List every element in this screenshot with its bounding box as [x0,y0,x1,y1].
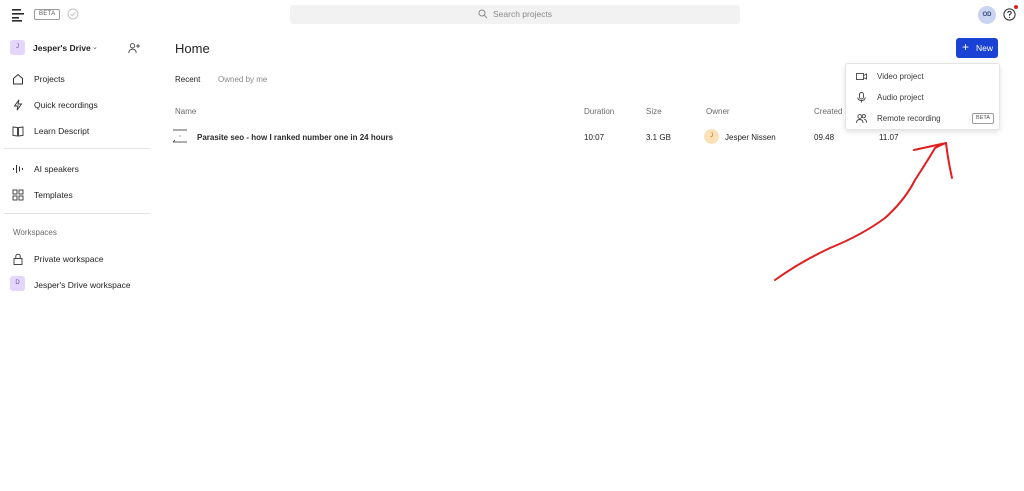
beta-badge: BETA [34,9,61,20]
sidebar-item-label: Jesper's Drive workspace [34,280,131,290]
menu-item-label: Remote recording [877,114,941,123]
column-header-name[interactable]: Name [175,107,196,116]
sidebar-item-quick-recordings[interactable]: Quick recordings [10,96,150,114]
waveform-icon [13,165,23,173]
project-size: 3.1 GB [646,133,671,142]
project-owner: Jesper Nissen [725,133,776,142]
sidebar-item-ai-speakers[interactable]: AI speakers [10,160,150,178]
project-modified: 11.07 [879,133,899,142]
sidebar-item-private-workspace[interactable]: Private workspace [10,250,150,268]
beta-badge: BETA [972,113,994,124]
search-icon [478,9,488,19]
add-user-icon[interactable] [128,42,140,54]
sidebar-item-templates[interactable]: Templates [10,186,150,204]
table-row[interactable]: Parasite seo - how I ranked number one i… [172,126,912,148]
lock-icon [13,253,23,265]
project-name[interactable]: Parasite seo - how I ranked number one i… [197,133,393,142]
menu-item-video-project[interactable]: Video project [846,66,1001,86]
menu-item-remote-recording[interactable]: Remote recording BETA [846,108,1001,128]
drive-badge: J [10,40,25,55]
top-bar: BETA Search projects OD [0,0,1024,30]
plus-icon: + [962,40,970,54]
column-header-duration[interactable]: Duration [584,107,614,116]
tab-owned-by-me[interactable]: Owned by me [218,75,267,84]
search-bar[interactable]: Search projects [290,5,740,24]
menu-item-audio-project[interactable]: Audio project [846,87,1001,107]
column-header-owner[interactable]: Owner [706,107,730,116]
user-avatar[interactable]: OD [978,6,996,24]
sidebar-item-label: Learn Descript [34,126,90,136]
drive-name: Jesper's Drive [33,43,91,53]
sidebar-item-learn-descript[interactable]: Learn Descript [10,122,150,140]
book-icon [12,126,24,137]
microphone-icon [857,92,866,103]
tab-recent[interactable]: Recent [175,75,200,84]
sidebar-item-projects[interactable]: Projects [10,70,150,88]
video-camera-icon [856,73,867,80]
help-icon[interactable] [1003,8,1016,21]
project-created: 09.48 [814,133,835,142]
sidebar-item-label: Projects [34,74,65,84]
owner-avatar: J [704,129,719,144]
menu-item-label: Video project [877,72,924,81]
sidebar-item-label: AI speakers [34,164,79,174]
drive-switcher[interactable]: J Jesper's Drive ⌄ [10,40,150,56]
workspace-badge: D [10,276,25,291]
column-header-size[interactable]: Size [646,107,662,116]
new-button[interactable]: + New [956,38,998,58]
sidebar-divider [4,213,150,214]
menu-logo-icon[interactable] [12,8,24,22]
new-button-label: New [976,43,994,53]
sidebar-item-label: Templates [34,190,73,200]
page-title: Home [175,41,210,56]
check-circle-icon [67,8,79,20]
new-menu-dropdown: Video project Audio project Remote recor… [845,63,1000,130]
sidebar: J Jesper's Drive ⌄ Projects Quick record… [0,30,152,491]
search-placeholder: Search projects [493,9,553,19]
sidebar-divider [4,148,150,149]
sidebar-item-jespers-drive-workspace[interactable]: D Jesper's Drive workspace [10,276,150,294]
chevron-down-icon: ⌄ [92,44,98,51]
notification-dot [1014,5,1018,9]
grid-icon [12,189,24,201]
column-header-created[interactable]: Created [814,107,842,116]
people-icon [856,114,867,124]
workspaces-heading: Workspaces [13,228,57,237]
project-thumbnail-icon [172,129,187,143]
project-duration: 10:07 [584,133,605,142]
sidebar-item-label: Private workspace [34,254,104,264]
home-icon [13,73,23,85]
sidebar-item-label: Quick recordings [34,100,98,110]
lightning-icon [13,99,23,111]
menu-item-label: Audio project [877,93,924,102]
